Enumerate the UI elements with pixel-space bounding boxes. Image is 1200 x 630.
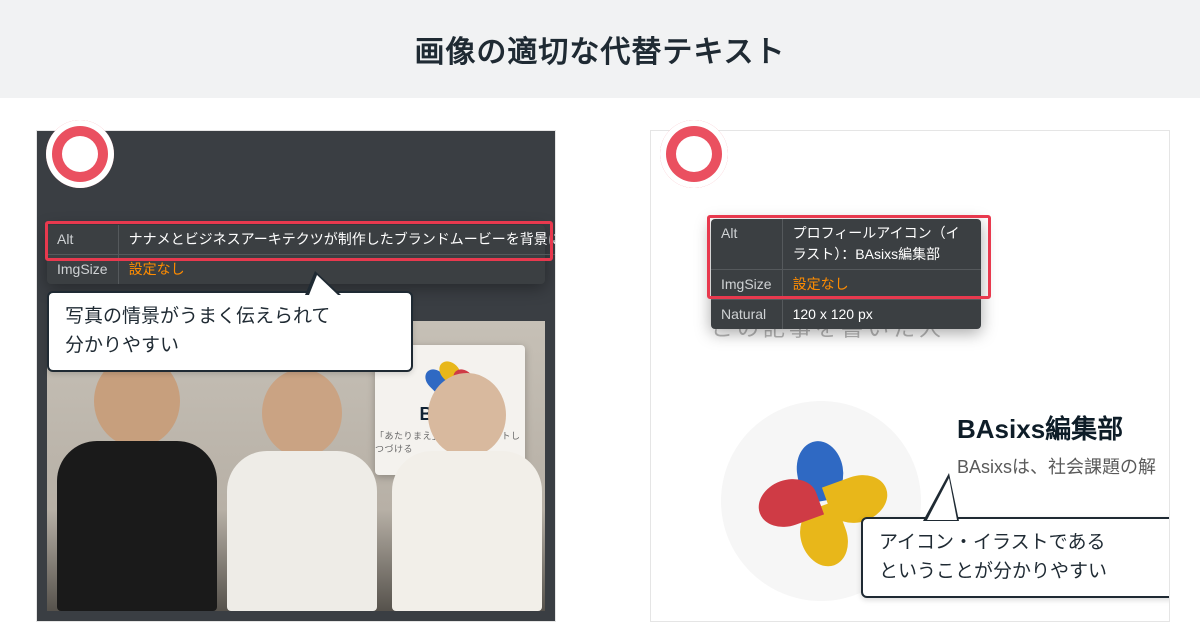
sample-person bbox=[57, 355, 217, 611]
callout-left-text: 写真の情景がうまく伝えられて 分かりやすい bbox=[65, 306, 330, 356]
callout-right: アイコン・イラストである ということが分かりやすい bbox=[861, 517, 1170, 598]
tooltip-key-alt: Alt bbox=[711, 219, 782, 270]
devtool-tooltip-left: Alt ナナメとビジネスアーキテクツが制作したブランドムービーを背景に集合 Im… bbox=[47, 225, 545, 284]
example-left: BAsixs 「あたりまえ」を アップデートしつづける Alt ナナメとビジネス… bbox=[36, 130, 556, 622]
devtool-tooltip-right: Alt プロフィールアイコン（イラスト）：BAsixs編集部 ImgSize 設… bbox=[711, 219, 981, 329]
tooltip-value-alt: プロフィールアイコン（イラスト）：BAsixs編集部 bbox=[782, 219, 981, 270]
tooltip-key-imgsize: ImgSize bbox=[711, 270, 782, 300]
sample-left-background: BAsixs 「あたりまえ」を アップデートしつづける bbox=[37, 131, 555, 621]
tooltip-key-natural: Natural bbox=[711, 300, 782, 330]
sample-person bbox=[227, 369, 377, 611]
sample-person bbox=[392, 373, 542, 611]
tooltip-row-imgsize: ImgSize 設定なし bbox=[711, 270, 981, 300]
page-title: 画像の適切な代替テキスト bbox=[414, 27, 785, 71]
good-mark-icon bbox=[46, 120, 114, 188]
header-band: 画像の適切な代替テキスト bbox=[0, 0, 1200, 98]
tooltip-row-imgsize: ImgSize 設定なし bbox=[47, 255, 556, 285]
tooltip-value-alt: ナナメとビジネスアーキテクツが制作したブランドムービーを背景に集合 bbox=[118, 225, 556, 255]
tooltip-key-imgsize: ImgSize bbox=[47, 255, 118, 285]
tooltip-row-natural: Natural 120 x 120 px bbox=[711, 300, 981, 330]
tooltip-value-imgsize: 設定なし bbox=[782, 270, 981, 300]
callout-right-text: アイコン・イラストである ということが分かりやすい bbox=[879, 532, 1107, 582]
tooltip-row-alt: Alt プロフィールアイコン（イラスト）：BAsixs編集部 bbox=[711, 219, 981, 270]
tooltip-row-alt: Alt ナナメとビジネスアーキテクツが制作したブランドムービーを背景に集合 bbox=[47, 225, 556, 255]
sample-profile-title: BAsixs編集部 bbox=[957, 409, 1123, 446]
tooltip-key-alt: Alt bbox=[47, 225, 118, 255]
tooltip-value-natural: 120 x 120 px bbox=[782, 300, 981, 330]
example-left-frame: BAsixs 「あたりまえ」を アップデートしつづける Alt ナナメとビジネス… bbox=[36, 130, 556, 622]
example-right: この記事を書いた人 BAsixs編集部 BAsixsは、社会課題の解 Alt プ… bbox=[650, 130, 1170, 622]
callout-left: 写真の情景がうまく伝えられて 分かりやすい bbox=[47, 291, 413, 372]
sample-profile-sub: BAsixsは、社会課題の解 bbox=[957, 453, 1156, 479]
good-mark-icon bbox=[660, 120, 728, 188]
example-right-frame: この記事を書いた人 BAsixs編集部 BAsixsは、社会課題の解 Alt プ… bbox=[650, 130, 1170, 622]
